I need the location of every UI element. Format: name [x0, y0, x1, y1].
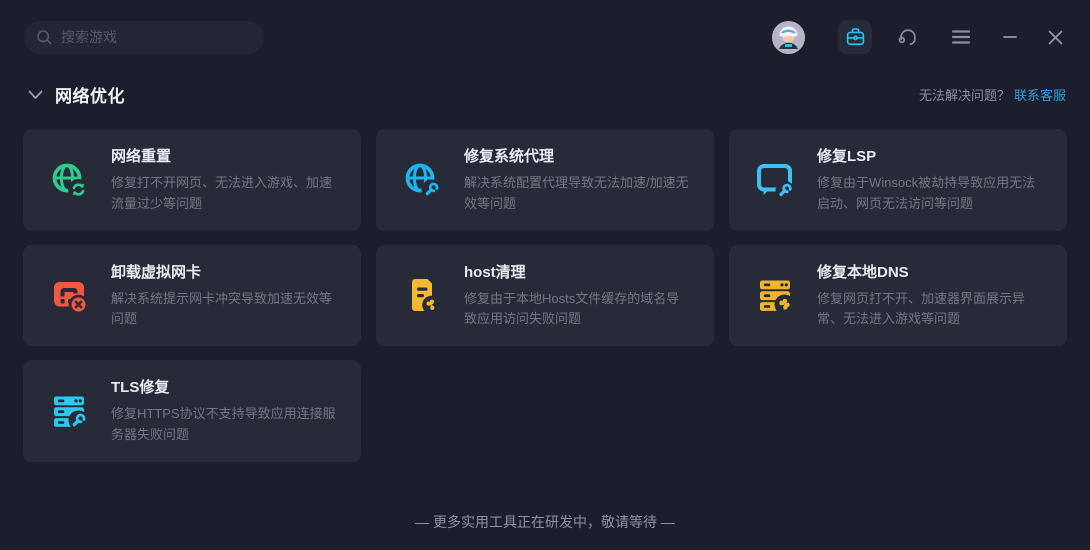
help-question-text: 无法解决问题？ — [919, 85, 1010, 104]
tool-title: 修复LSP — [817, 145, 1043, 166]
file-clean-icon — [400, 273, 444, 317]
globe-refresh-icon — [47, 158, 91, 202]
tool-card-network-reset[interactable]: 网络重置 修复打不开网页、无法进入游戏、加速流量过少等问题 — [23, 129, 361, 231]
customer-support-button[interactable] — [891, 20, 925, 54]
search-input[interactable] — [61, 29, 252, 45]
contact-support-link[interactable]: 联系客服 — [1014, 85, 1066, 104]
tool-card-fix-lsp[interactable]: 修复LSP 修复由于Winsock被劫持导致应用无法启动、网页无法访问等问题 — [729, 129, 1067, 231]
headset-icon — [897, 26, 919, 48]
tool-desc: 修复由于Winsock被劫持导致应用无法启动、网页无法访问等问题 — [817, 173, 1043, 215]
hamburger-menu-icon — [951, 29, 971, 45]
tool-title: host清理 — [464, 261, 690, 282]
toolbox-icon — [845, 27, 866, 48]
search-icon — [36, 29, 53, 46]
tool-desc: 解决系统配置代理导致无法加速/加速无效等问题 — [464, 173, 690, 215]
globe-wrench-icon — [400, 158, 444, 202]
page-title: 网络优化 — [55, 82, 125, 107]
tool-desc: 修复打不开网页、无法进入游戏、加速流量过少等问题 — [111, 173, 337, 215]
tool-desc: 修复由于本地Hosts文件缓存的域名导致应用访问失败问题 — [464, 289, 690, 331]
section-header: 网络优化 无法解决问题？ 联系客服 — [0, 82, 1090, 107]
network-card-remove-icon — [47, 273, 91, 317]
game-search-box[interactable] — [24, 21, 264, 54]
tool-card-fix-local-dns[interactable]: 修复本地DNS 修复网页打不开、加速器界面展示异常、无法进入游戏等问题 — [729, 245, 1067, 347]
user-avatar[interactable] — [772, 21, 805, 54]
footer-notice: — 更多实用工具正在研发中，敬请等待 — — [0, 512, 1090, 532]
monitor-wrench-icon — [753, 158, 797, 202]
tool-desc: 修复HTTPS协议不支持导致应用连接服务器失败问题 — [111, 404, 337, 446]
close-icon — [1047, 29, 1064, 46]
toolbox-button[interactable] — [838, 20, 872, 54]
tool-title: 网络重置 — [111, 145, 337, 166]
minimize-icon — [1002, 29, 1018, 45]
server-clean-icon — [753, 273, 797, 317]
tool-card-fix-system-proxy[interactable]: 修复系统代理 解决系统配置代理导致无法加速/加速无效等问题 — [376, 129, 714, 231]
main-menu-button[interactable] — [944, 20, 978, 54]
titlebar — [0, 0, 1090, 54]
tool-desc: 解决系统提示网卡冲突导致加速无效等问题 — [111, 289, 337, 331]
close-button[interactable] — [1042, 24, 1068, 50]
tools-grid: 网络重置 修复打不开网页、无法进入游戏、加速流量过少等问题 修复系统代理 解决系… — [0, 129, 1090, 462]
tool-desc: 修复网页打不开、加速器界面展示异常、无法进入游戏等问题 — [817, 289, 1043, 331]
tool-title: TLS修复 — [111, 376, 337, 397]
minimize-button[interactable] — [997, 24, 1023, 50]
tool-card-host-clean[interactable]: host清理 修复由于本地Hosts文件缓存的域名导致应用访问失败问题 — [376, 245, 714, 347]
chevron-down-icon[interactable] — [28, 90, 43, 100]
tool-card-tls-repair[interactable]: TLS修复 修复HTTPS协议不支持导致应用连接服务器失败问题 — [23, 360, 361, 462]
tool-title: 修复系统代理 — [464, 145, 690, 166]
tool-title: 修复本地DNS — [817, 261, 1043, 282]
server-wrench-icon — [47, 389, 91, 433]
tool-card-uninstall-virtual-nic[interactable]: 卸载虚拟网卡 解决系统提示网卡冲突导致加速无效等问题 — [23, 245, 361, 347]
tool-title: 卸载虚拟网卡 — [111, 261, 337, 282]
